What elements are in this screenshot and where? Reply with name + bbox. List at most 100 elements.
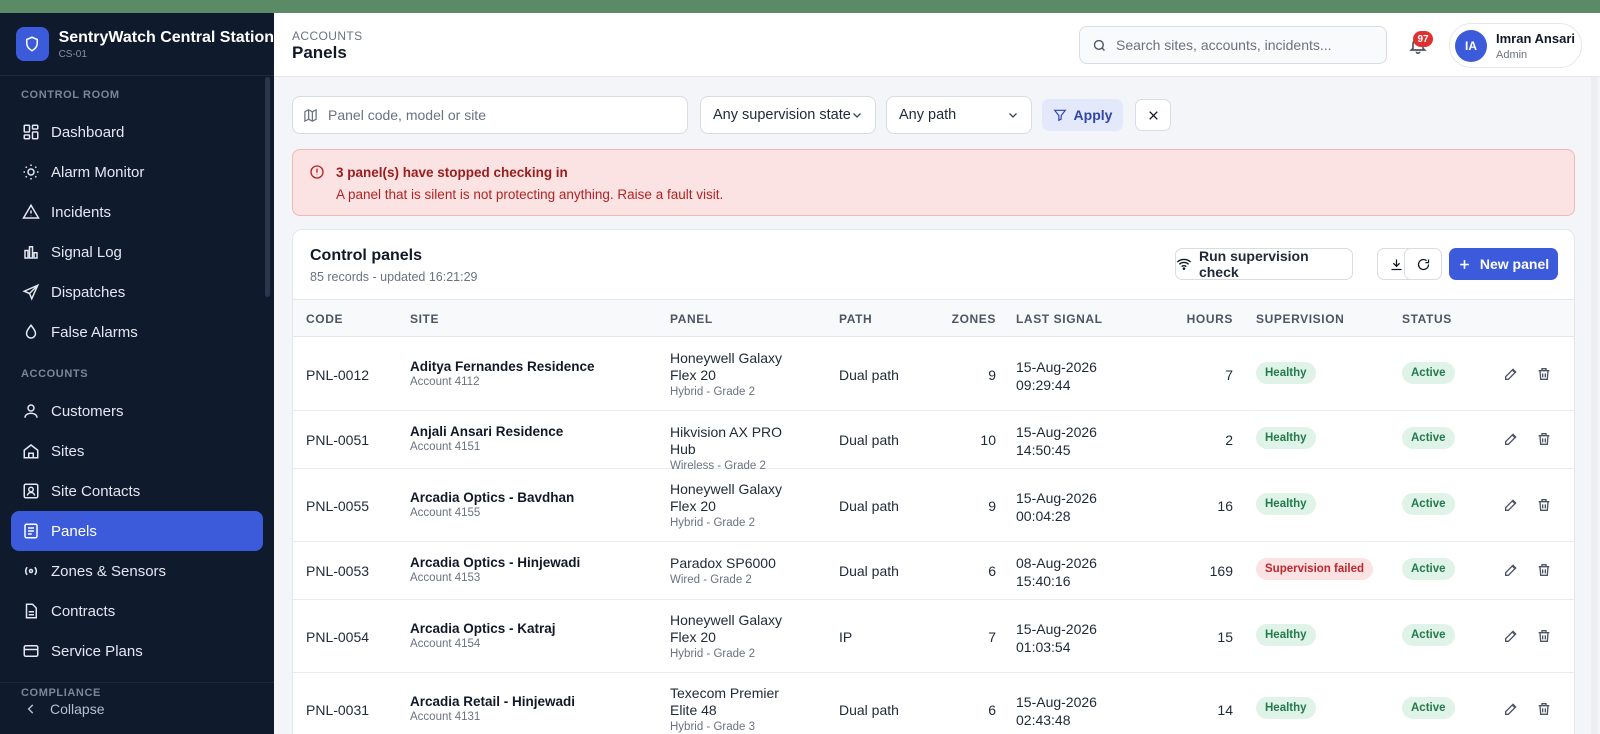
drop-icon bbox=[25, 324, 37, 339]
sidebar-item-label: Dashboard bbox=[51, 123, 125, 141]
sidebar-item-label: Alarm Monitor bbox=[51, 163, 145, 181]
plus-icon bbox=[1460, 259, 1469, 269]
panel-icon bbox=[24, 523, 38, 539]
chevron-down-icon bbox=[853, 113, 861, 118]
sidebar-item-label: Incidents bbox=[51, 203, 112, 221]
table-row[interactable]: PNL-0051 Anjali Ansari Residence Account 4… bbox=[293, 411, 1574, 472]
col-hours[interactable]: HOURS bbox=[1187, 312, 1233, 326]
user-icon bbox=[24, 404, 38, 418]
table-row[interactable]: PNL-0031 Arcadia Retail - Hinjewadi Accoun… bbox=[293, 673, 1574, 734]
col-code[interactable]: CODE bbox=[306, 312, 343, 326]
path-value: Dual path bbox=[839, 498, 899, 514]
clear-filters-button[interactable] bbox=[1135, 99, 1171, 131]
edit-button[interactable] bbox=[1503, 562, 1519, 581]
delete-button[interactable] bbox=[1536, 497, 1552, 516]
sidebar-item-site-contacts[interactable]: Site Contacts bbox=[11, 471, 263, 511]
map-icon bbox=[304, 108, 317, 122]
trash-icon bbox=[1538, 368, 1550, 380]
edit-icon bbox=[1505, 703, 1517, 715]
delete-button[interactable] bbox=[1536, 628, 1552, 647]
col-path[interactable]: PATH bbox=[839, 312, 872, 326]
table-header: CODE SITE PANEL PATH ZONES LAST SIGNAL H… bbox=[293, 299, 1574, 337]
sidebar-item-panels[interactable]: Panels bbox=[11, 511, 263, 551]
col-last-signal[interactable]: LAST SIGNAL bbox=[1016, 312, 1103, 326]
col-status[interactable]: STATUS bbox=[1402, 312, 1452, 326]
col-panel[interactable]: PANEL bbox=[670, 312, 713, 326]
hours-value: 16 bbox=[1217, 498, 1233, 514]
col-site[interactable]: SITE bbox=[410, 312, 439, 326]
site-name[interactable]: Anjali Ansari Residence bbox=[410, 424, 563, 439]
filter-icon bbox=[1053, 109, 1066, 122]
new-panel-button[interactable]: New panel bbox=[1449, 248, 1558, 280]
sidebar-item-alarm-monitor[interactable]: Alarm Monitor bbox=[11, 152, 263, 192]
sidebar-item-label: Signal Log bbox=[51, 243, 122, 261]
sidebar-item-dashboard[interactable]: Dashboard bbox=[11, 112, 263, 152]
app-name: SentryWatch Central Station bbox=[58, 28, 274, 46]
contact-icon bbox=[23, 483, 39, 499]
edit-button[interactable] bbox=[1503, 701, 1519, 720]
delete-button[interactable] bbox=[1536, 562, 1552, 581]
account-number: Account 4112 bbox=[410, 376, 480, 388]
zones-count: 10 bbox=[980, 432, 996, 448]
last-signal-time: 14:50:45 bbox=[1016, 442, 1071, 458]
alert-circle-icon bbox=[310, 165, 324, 179]
sidebar-item-customers[interactable]: Customers bbox=[11, 391, 263, 431]
apply-button[interactable]: Apply bbox=[1042, 99, 1123, 131]
edit-button[interactable] bbox=[1503, 497, 1519, 516]
collapse-button[interactable]: Collapse bbox=[0, 682, 274, 734]
sidebar-item-false-alarms[interactable]: False Alarms bbox=[11, 312, 263, 352]
global-search[interactable] bbox=[1079, 26, 1387, 64]
sidebar-item-dispatches[interactable]: Dispatches bbox=[11, 272, 263, 312]
zones-count: 9 bbox=[988, 498, 996, 514]
supervision-badge: Healthy bbox=[1256, 427, 1316, 449]
sidebar-item-contracts[interactable]: Contracts bbox=[11, 591, 263, 631]
site-name[interactable]: Aditya Fernandes Residence bbox=[410, 359, 595, 374]
sidebar-item-label: Zones & Sensors bbox=[51, 562, 167, 580]
path-value: Dual path bbox=[839, 563, 899, 579]
sidebar-item-zones-sensors[interactable]: Zones & Sensors bbox=[11, 551, 263, 591]
sidebar-item-label: Site Contacts bbox=[51, 482, 141, 500]
edit-icon bbox=[1505, 630, 1517, 642]
table-row[interactable]: PNL-0054 Arcadia Optics - Katraj Account 4… bbox=[293, 600, 1574, 673]
main-scrollbar[interactable] bbox=[1591, 77, 1598, 734]
site-name[interactable]: Arcadia Optics - Hinjewadi bbox=[410, 555, 580, 570]
sidebar-item-sites[interactable]: Sites bbox=[11, 431, 263, 471]
path-value: Dual path bbox=[839, 702, 899, 718]
supervision-state-select[interactable]: Any supervision state bbox=[700, 96, 876, 134]
refresh-button[interactable] bbox=[1404, 248, 1442, 280]
sidebar-item-incidents[interactable]: Incidents bbox=[11, 192, 263, 232]
delete-button[interactable] bbox=[1536, 366, 1552, 385]
page-title: Panels bbox=[292, 43, 347, 62]
zones-count: 7 bbox=[988, 629, 996, 645]
delete-button[interactable] bbox=[1536, 431, 1552, 450]
sidebar-item-signal-log[interactable]: Signal Log bbox=[11, 232, 263, 272]
trash-icon bbox=[1538, 433, 1550, 445]
table-row[interactable]: PNL-0055 Arcadia Optics - Bavdhan Account … bbox=[293, 469, 1574, 542]
panel-model: Hikvision AX PRO Hub bbox=[670, 424, 783, 457]
panel-model: Paradox SP6000 bbox=[670, 555, 776, 571]
site-name[interactable]: Arcadia Retail - Hinjewadi bbox=[410, 694, 575, 709]
col-supervision[interactable]: SUPERVISION bbox=[1256, 312, 1344, 326]
sidebar-item-label: Customers bbox=[51, 402, 124, 420]
edit-button[interactable] bbox=[1503, 431, 1519, 450]
panel-filter-field[interactable] bbox=[292, 96, 688, 134]
table-row[interactable]: PNL-0012 Aditya Fernandes Residence Accoun… bbox=[293, 338, 1574, 411]
site-name[interactable]: Arcadia Optics - Katraj bbox=[410, 621, 556, 636]
sidebar-item-label: False Alarms bbox=[51, 323, 138, 341]
site-name[interactable]: Arcadia Optics - Bavdhan bbox=[410, 490, 574, 505]
search-input[interactable] bbox=[1116, 37, 1366, 53]
edit-button[interactable] bbox=[1503, 628, 1519, 647]
sidebar-item-service-plans[interactable]: Service Plans bbox=[11, 631, 263, 671]
sidebar-scrollbar[interactable] bbox=[265, 77, 270, 297]
last-signal-date: 15-Aug-2026 bbox=[1016, 621, 1097, 637]
col-zones[interactable]: ZONES bbox=[952, 312, 996, 326]
edit-button[interactable] bbox=[1503, 366, 1519, 385]
file-icon bbox=[25, 603, 37, 619]
delete-button[interactable] bbox=[1536, 701, 1552, 720]
table-row[interactable]: PNL-0053 Arcadia Optics - Hinjewadi Accoun… bbox=[293, 542, 1574, 600]
breadcrumb: ACCOUNTS bbox=[292, 29, 363, 43]
path-select[interactable]: Any path bbox=[886, 96, 1032, 134]
panel-filter-input[interactable] bbox=[328, 107, 668, 123]
user-menu[interactable]: IA Imran Ansari Admin bbox=[1449, 23, 1582, 68]
run-supervision-check-button[interactable]: Run supervision check bbox=[1175, 248, 1353, 280]
